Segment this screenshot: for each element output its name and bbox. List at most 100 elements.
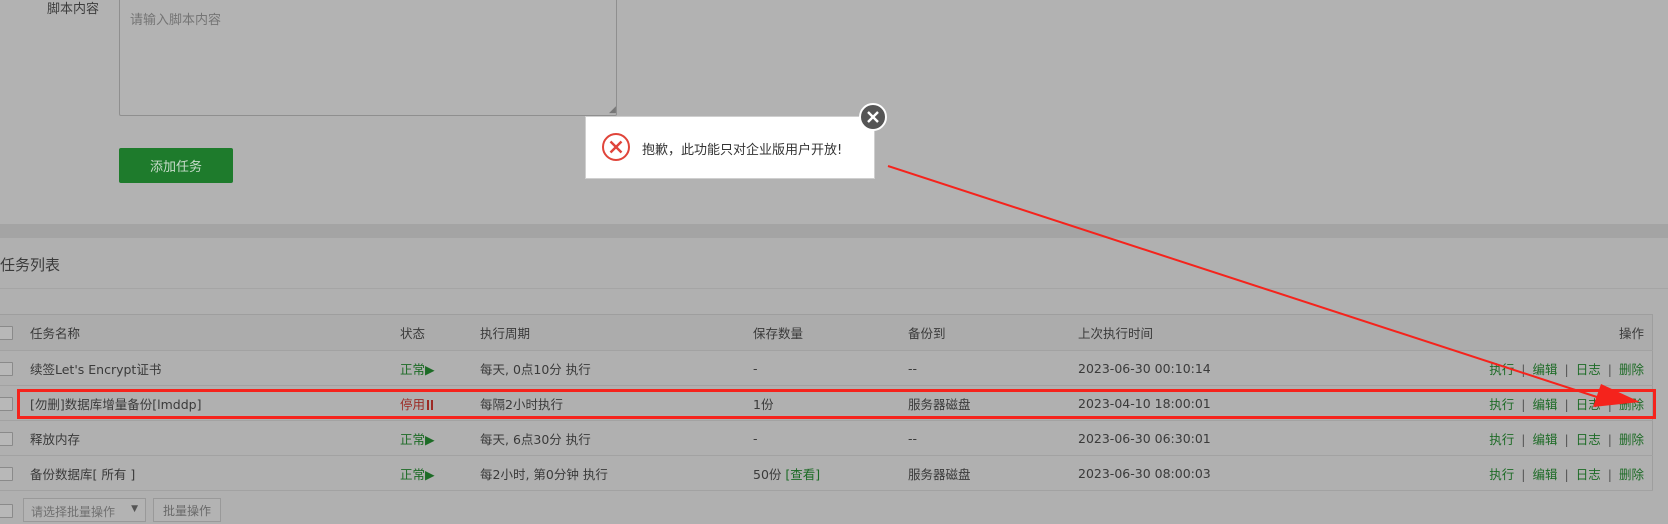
task-status-label: 停用 [400,396,426,412]
edit-task-link[interactable]: 编辑 [1533,362,1558,377]
task-list-title: 任务列表 [0,256,61,274]
task-log-link[interactable]: 日志 [1576,397,1601,412]
op-separator: | [1564,431,1569,447]
task-status-cell[interactable]: 正常▶ [400,455,480,491]
delete-task-link[interactable]: 删除 [1619,432,1644,447]
task-log-link[interactable]: 日志 [1576,362,1601,377]
task-retention: 50份 [753,466,782,482]
task-retention-cell: - [753,350,908,386]
run-task-link[interactable]: 执行 [1489,467,1514,482]
task-backup-to: 服务器磁盘 [908,455,1078,491]
batch-operation-button[interactable]: 批量操作 [153,498,221,522]
task-last-run: 2023-06-30 00:10:14 [1078,350,1273,386]
select-all-cell [0,314,30,351]
op-separator: | [1521,396,1526,412]
edit-task-link[interactable]: 编辑 [1533,397,1558,412]
run-task-link[interactable]: 执行 [1489,397,1514,412]
task-cycle: 每2小时, 第0分钟 执行 [480,455,753,491]
row-select-cell [0,455,30,491]
task-log-link[interactable]: 日志 [1576,432,1601,447]
play-icon: ▶ [425,431,435,447]
task-status-cell[interactable]: 正常▶ [400,420,480,456]
delete-task-link[interactable]: 删除 [1619,362,1644,377]
table-row: 释放内存 正常▶ 每天, 6点30分 执行 - -- 2023-06-30 06:30:… [0,420,1653,456]
task-ops-cell: 执行 | 编辑 | 日志 | 删除 [1273,420,1653,456]
pause-icon [427,399,430,410]
table-row: 续签Let's Encrypt证书 正常▶ 每天, 0点10分 执行 - -- 2023… [0,350,1653,386]
run-task-link[interactable]: 执行 [1489,362,1514,377]
add-task-button[interactable]: 添加任务 [119,148,233,183]
column-header-name: 任务名称 [30,314,400,351]
section-divider [0,224,1668,238]
close-icon[interactable] [859,103,887,131]
task-status-cell[interactable]: 正常▶ [400,350,480,386]
task-status-cell[interactable]: 停用 [400,385,480,421]
task-ops-cell: 执行 | 编辑 | 日志 | 删除 [1273,350,1653,386]
select-all-checkbox[interactable] [0,326,13,341]
op-separator: | [1564,466,1569,482]
row-checkbox[interactable] [0,431,13,446]
batch-select-placeholder: 请选择批量操作 [31,505,116,519]
task-retention-cell: 1份 [753,385,908,421]
op-separator: | [1607,466,1612,482]
task-cycle: 每天, 0点10分 执行 [480,350,753,386]
op-separator: | [1607,431,1612,447]
task-name: 释放内存 [30,420,400,456]
batch-select-checkbox[interactable] [0,504,13,518]
task-backup-to: -- [908,420,1078,456]
column-header-last-run: 上次执行时间 [1078,314,1273,351]
row-select-cell [0,420,30,456]
task-name: [勿删]数据库增量备份[lmddp] [30,385,400,421]
script-content-textarea[interactable] [119,0,617,116]
column-header-status: 状态 [400,314,480,351]
op-separator: | [1564,361,1569,377]
task-backup-to: 服务器磁盘 [908,385,1078,421]
row-select-cell [0,350,30,386]
batch-operation-select[interactable]: 请选择批量操作 ▼ [23,498,146,522]
op-separator: | [1607,396,1612,412]
task-table: 任务名称 状态 执行周期 保存数量 备份到 上次执行时间 操作 续签Let's … [0,314,1653,491]
row-checkbox[interactable] [0,361,13,376]
edit-task-link[interactable]: 编辑 [1533,432,1558,447]
dialog-message: 抱歉，此功能只对企业版用户开放! [642,143,843,158]
task-ops-cell: 执行 | 编辑 | 日志 | 删除 [1273,455,1653,491]
table-header-row: 任务名称 状态 执行周期 保存数量 备份到 上次执行时间 操作 [0,314,1653,351]
column-header-retention: 保存数量 [753,314,908,351]
resize-grip-icon[interactable]: ◢ [609,106,617,115]
column-header-backup-to: 备份到 [908,314,1078,351]
play-icon: ▶ [425,361,435,377]
column-header-cycle: 执行周期 [480,314,753,351]
task-name: 备份数据库[ 所有 ] [30,455,400,491]
run-task-link[interactable]: 执行 [1489,432,1514,447]
op-separator: | [1564,396,1569,412]
task-retention-cell: 50份 [查看] [753,455,908,491]
task-log-link[interactable]: 日志 [1576,467,1601,482]
error-x-icon [602,133,630,161]
task-retention: - [753,360,758,376]
caret-down-icon: ▼ [131,504,138,514]
task-status-label: 正常 [400,361,426,377]
view-backups-link[interactable]: [查看] [785,467,820,482]
delete-task-link[interactable]: 删除 [1619,467,1644,482]
task-list-section: 任务列表 任务名称 状态 执行周期 保存数量 备份到 上次执行时间 操作 续签L… [0,238,1668,524]
op-separator: | [1521,431,1526,447]
task-cycle: 每隔2小时执行 [480,385,753,421]
task-last-run: 2023-06-30 08:00:03 [1078,455,1273,491]
edit-task-link[interactable]: 编辑 [1533,467,1558,482]
column-header-ops: 操作 [1273,314,1653,351]
task-form-panel: 脚本内容 ◢ 添加任务 [0,0,1668,224]
task-last-run: 2023-06-30 06:30:01 [1078,420,1273,456]
task-cycle: 每天, 6点30分 执行 [480,420,753,456]
table-row: [勿删]数据库增量备份[lmddp] 停用 每隔2小时执行 1份 服务器磁盘 2023-… [0,385,1653,421]
delete-task-link[interactable]: 删除 [1619,397,1644,412]
play-icon: ▶ [425,466,435,482]
error-dialog: 抱歉，此功能只对企业版用户开放! [585,116,875,179]
row-checkbox[interactable] [0,396,13,411]
op-separator: | [1607,361,1612,377]
script-content-label: 脚本内容 [47,2,100,17]
task-retention: 1份 [753,396,774,412]
task-status-label: 正常 [400,466,426,482]
row-select-cell [0,385,30,421]
table-row: 备份数据库[ 所有 ] 正常▶ 每2小时, 第0分钟 执行 50份 [查看] 服务器磁盘… [0,455,1653,491]
row-checkbox[interactable] [0,466,13,481]
